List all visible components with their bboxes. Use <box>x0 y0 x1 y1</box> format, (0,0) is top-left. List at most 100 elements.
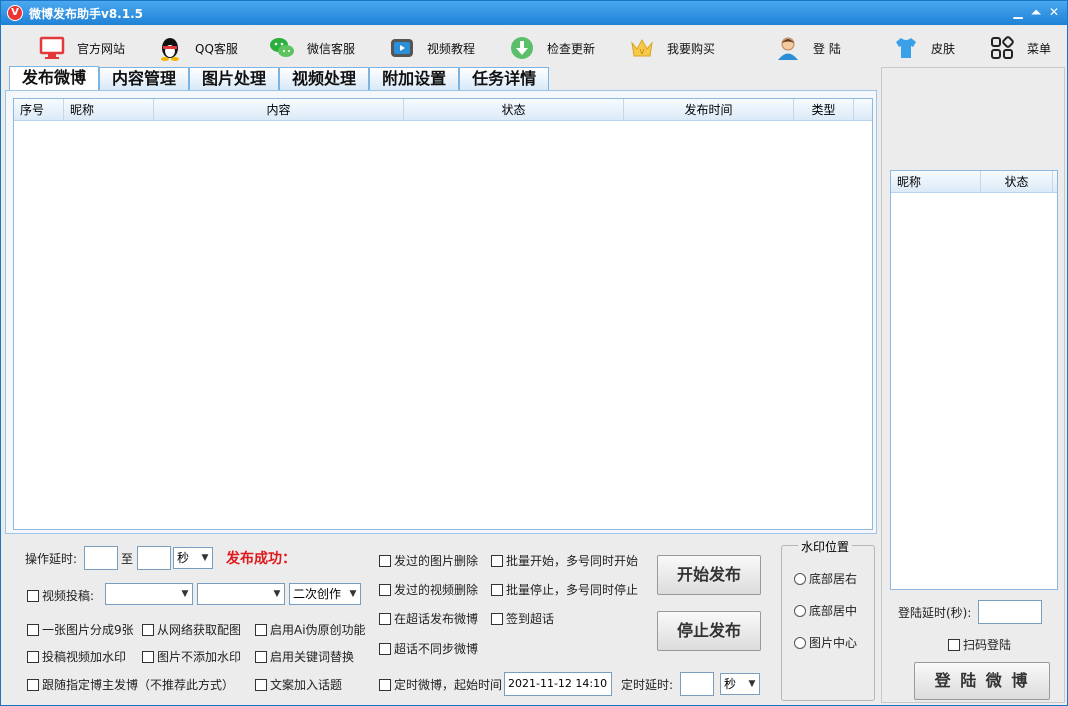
keyword-replace-option[interactable]: 启用关键词替换 <box>255 648 354 665</box>
toolbar-label: 检查更新 <box>547 41 596 56</box>
buy-button[interactable]: V 我要购买 <box>629 33 715 63</box>
checkbox[interactable] <box>27 650 39 663</box>
video-source-select[interactable]: ▼ <box>105 583 193 605</box>
wm-bottom-right-option[interactable]: 底部居右 <box>794 570 857 587</box>
video-category-select[interactable]: ▼ <box>197 583 285 605</box>
tab-publish[interactable]: 发布微博 <box>9 66 100 91</box>
checkbox-label: 扫码登陆 <box>963 638 1012 652</box>
radio[interactable] <box>794 636 806 649</box>
delay-unit-select[interactable]: 秒 ▼ <box>173 547 213 569</box>
account-table[interactable]: 昵称 状态 <box>890 170 1058 590</box>
checkbox[interactable] <box>379 583 391 596</box>
checkbox[interactable] <box>491 554 503 567</box>
select-value: 秒 <box>177 551 190 565</box>
delay-max-input[interactable] <box>137 546 171 570</box>
official-site-button[interactable]: 官方网站 <box>39 33 125 63</box>
timed-delay-input[interactable] <box>680 672 714 696</box>
no-watermark-option[interactable]: 图片不添加水印 <box>142 648 241 665</box>
wm-bottom-center-option[interactable]: 底部居中 <box>794 602 857 619</box>
checkbox[interactable] <box>379 678 391 691</box>
checkbox[interactable] <box>255 623 267 636</box>
tab-task-details[interactable]: 任务详情 <box>459 67 550 90</box>
col-index[interactable]: 序号 <box>14 99 64 121</box>
scan-login-option[interactable]: 扫码登陆 <box>948 636 1011 653</box>
checkbox[interactable] <box>27 678 39 691</box>
monitor-icon <box>39 35 65 61</box>
super-topic-post-option[interactable]: 在超话发布微博 <box>379 610 478 627</box>
start-publish-button[interactable]: 开始发布 <box>657 555 761 595</box>
minimize-icon[interactable]: ▁ <box>1011 5 1025 19</box>
close-icon[interactable]: ✕ <box>1047 5 1061 19</box>
delete-videos-option[interactable]: 发过的视频删除 <box>379 581 478 598</box>
super-topic-nosync-option[interactable]: 超话不同步微博 <box>379 640 478 657</box>
login-toolbar-button[interactable]: 登 陆 <box>775 33 841 63</box>
checkbox[interactable] <box>255 678 267 691</box>
split-nine-option[interactable]: 一张图片分成9张 <box>27 621 134 638</box>
checkbox[interactable] <box>27 589 39 602</box>
toolbar-label: 登 陆 <box>813 41 841 56</box>
video-tutorial-button[interactable]: 视频教程 <box>389 33 475 63</box>
checkin-option[interactable]: 签到超话 <box>491 610 554 627</box>
col-type[interactable]: 类型 <box>794 99 854 121</box>
col-nickname[interactable]: 昵称 <box>64 99 154 121</box>
toolbar-label: QQ客服 <box>195 41 238 56</box>
checkbox[interactable] <box>948 638 960 651</box>
col-status[interactable]: 状态 <box>404 99 624 121</box>
tab-content[interactable]: 内容管理 <box>99 67 190 90</box>
checkbox[interactable] <box>491 612 503 625</box>
checkbox-label: 投稿视频加水印 <box>42 650 127 664</box>
checkbox[interactable] <box>255 650 267 663</box>
tab-video[interactable]: 视频处理 <box>279 67 370 90</box>
radio-label: 图片中心 <box>809 636 858 650</box>
stop-publish-button[interactable]: 停止发布 <box>657 611 761 651</box>
menu-button[interactable]: 菜单 <box>989 33 1051 63</box>
creation-mode-select[interactable]: 二次创作 ▼ <box>289 583 361 605</box>
qq-service-button[interactable]: QQ客服 <box>157 33 238 63</box>
video-watermark-option[interactable]: 投稿视频加水印 <box>27 648 126 665</box>
checkbox[interactable] <box>379 554 391 567</box>
col-publish-time[interactable]: 发布时间 <box>624 99 794 121</box>
toolbar-label: 菜单 <box>1027 41 1052 56</box>
col-content[interactable]: 内容 <box>154 99 404 121</box>
video-submit-option[interactable]: 视频投稿: <box>27 587 94 604</box>
checkbox[interactable] <box>142 650 154 663</box>
select-value: 秒 <box>724 677 737 691</box>
col-account-status[interactable]: 状态 <box>981 171 1053 193</box>
account-panel: 昵称 状态 登陆延时(秒): 扫码登陆 登 陆 微 博 <box>881 67 1065 703</box>
wm-center-option[interactable]: 图片中心 <box>794 634 857 651</box>
delete-images-option[interactable]: 发过的图片删除 <box>379 552 478 569</box>
enable-ai-option[interactable]: 启用Ai伪原创功能 <box>255 621 366 638</box>
checkbox[interactable] <box>379 612 391 625</box>
radio[interactable] <box>794 604 806 617</box>
batch-start-option[interactable]: 批量开始，多号同时开始 <box>491 552 638 569</box>
checkbox[interactable] <box>142 623 154 636</box>
chevron-down-icon: ▼ <box>748 679 756 689</box>
timed-post-option[interactable]: 定时微博，起始时间： <box>379 676 514 693</box>
wechat-service-button[interactable]: 微信客服 <box>269 33 355 63</box>
add-topic-option[interactable]: 文案加入话题 <box>255 676 342 693</box>
post-table[interactable]: 序号 昵称 内容 状态 发布时间 类型 <box>13 98 873 530</box>
video-icon <box>389 35 415 61</box>
checkbox-label: 视频投稿: <box>42 589 95 603</box>
maximize-icon[interactable]: ⏶ <box>1029 5 1043 19</box>
start-time-input[interactable]: 2021-11-12 14:10 <box>504 672 612 696</box>
tab-image[interactable]: 图片处理 <box>189 67 280 90</box>
watermark-group-title: 水印位置 <box>798 538 853 555</box>
check-update-button[interactable]: 检查更新 <box>509 33 595 63</box>
delay-min-input[interactable] <box>84 546 118 570</box>
checkbox[interactable] <box>27 623 39 636</box>
timed-unit-select[interactable]: 秒 ▼ <box>720 673 760 695</box>
tab-extra-settings[interactable]: 附加设置 <box>369 67 460 90</box>
follow-blogger-option[interactable]: 跟随指定博主发博（不推荐此方式） <box>27 676 234 693</box>
checkbox-label: 发过的图片删除 <box>394 554 479 568</box>
skin-button[interactable]: 皮肤 <box>893 33 955 63</box>
col-account-nickname[interactable]: 昵称 <box>891 171 981 193</box>
op-delay-label: 操作延时: <box>25 552 78 566</box>
batch-stop-option[interactable]: 批量停止，多号同时停止 <box>491 581 638 598</box>
radio[interactable] <box>794 572 806 585</box>
fetch-image-option[interactable]: 从网络获取配图 <box>142 621 241 638</box>
checkbox[interactable] <box>379 642 391 655</box>
login-weibo-button[interactable]: 登 陆 微 博 <box>914 662 1050 700</box>
checkbox[interactable] <box>491 583 503 596</box>
login-delay-input[interactable] <box>978 600 1042 624</box>
